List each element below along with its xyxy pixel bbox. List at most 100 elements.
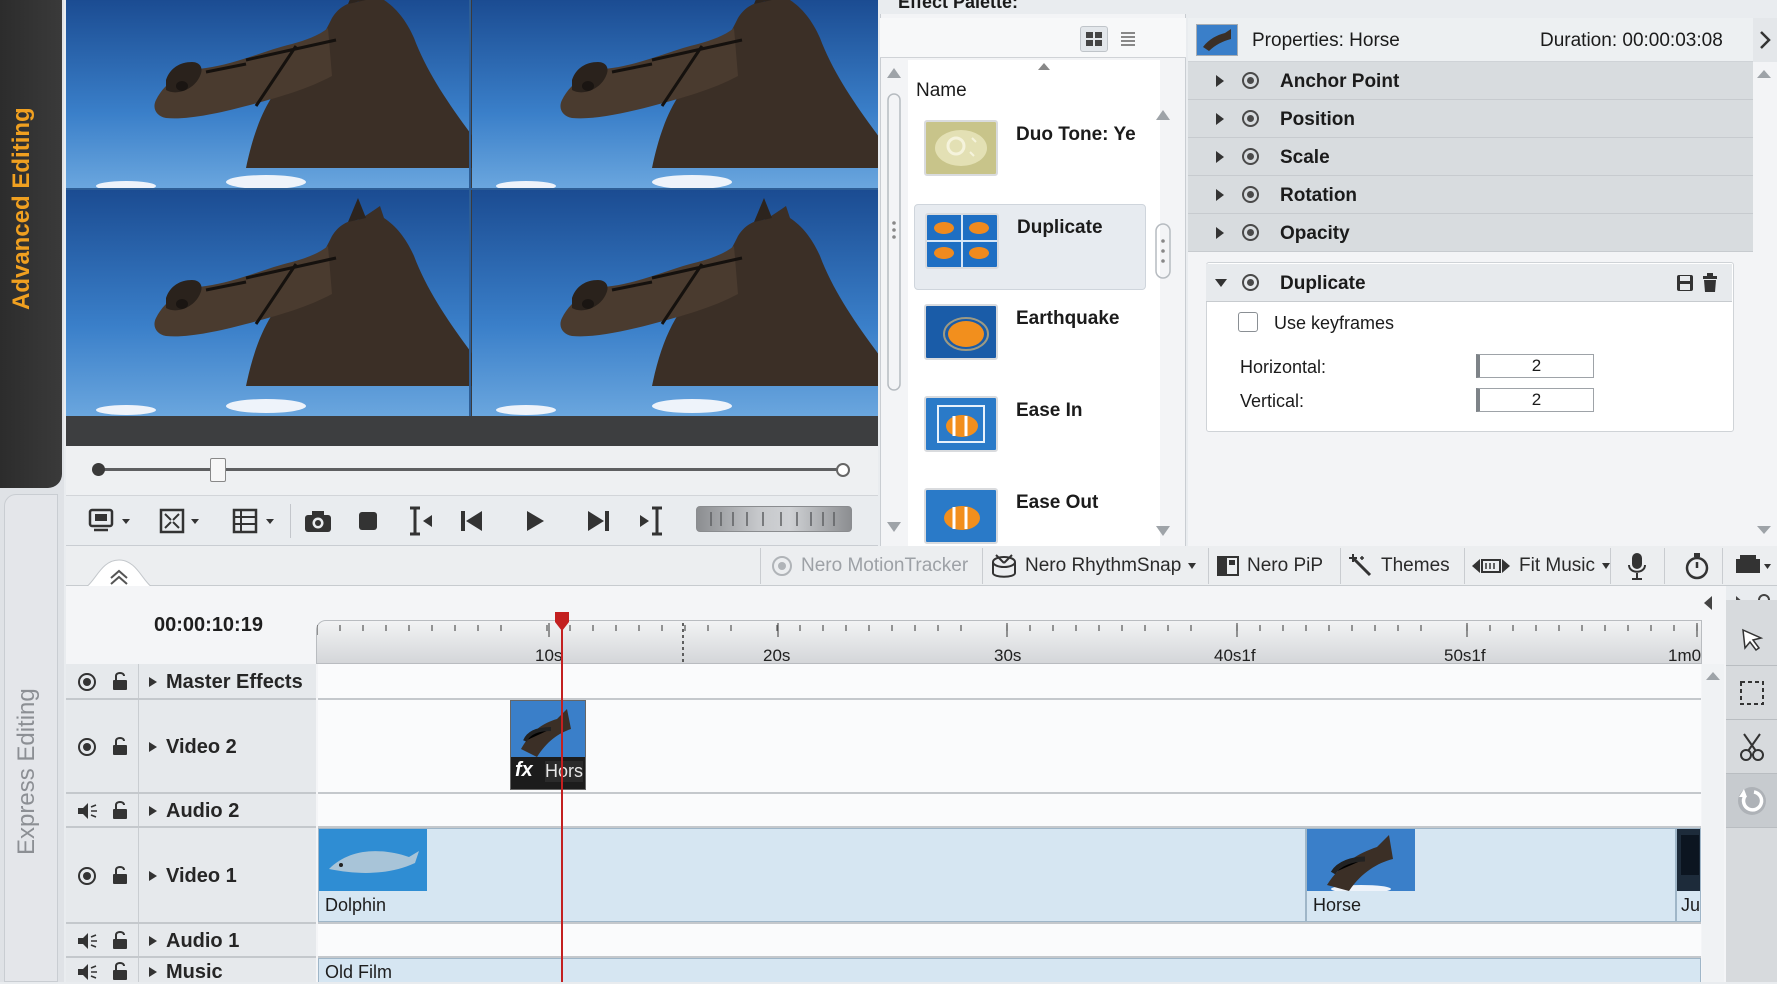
ripple-tool-button[interactable] (1726, 774, 1777, 828)
video1-horse-clip[interactable]: Horse (1306, 828, 1676, 922)
list-view-button[interactable] (1114, 26, 1142, 52)
property-rotation[interactable]: Rotation (1188, 176, 1753, 214)
grid-view-button[interactable] (1080, 26, 1108, 52)
video1-next-clip[interactable]: Ju (1676, 828, 1701, 922)
properties-collapse-button[interactable] (1753, 18, 1777, 62)
track-header-master-effects[interactable]: Master Effects (66, 664, 316, 700)
lock-icon[interactable] (110, 671, 130, 691)
tab-express-editing[interactable]: Express Editing (4, 494, 58, 982)
playhead-handle[interactable] (553, 610, 571, 632)
eye-icon[interactable] (76, 672, 98, 692)
display-mode-button[interactable] (84, 502, 138, 540)
save-icon[interactable] (1676, 274, 1694, 292)
timecode-display[interactable]: 00:00:10:19 (154, 614, 263, 637)
effect-item-ease-out[interactable]: Ease Out (914, 480, 1146, 546)
expand-arrow-icon[interactable] (148, 676, 158, 688)
properties-scrollbar[interactable] (1752, 64, 1776, 544)
speaker-icon[interactable] (76, 962, 100, 982)
keyframe-toggle-icon[interactable] (1242, 186, 1259, 203)
fit-music-button[interactable]: Fit Music (1470, 546, 1610, 586)
nero-motiontracker-button[interactable]: Nero MotionTracker (770, 546, 968, 586)
clip-thumbnail-image (511, 701, 585, 757)
scrubber-end-marker[interactable] (836, 463, 850, 477)
speaker-icon[interactable] (76, 931, 100, 951)
lock-icon[interactable] (110, 800, 130, 820)
layout-button[interactable] (228, 502, 282, 540)
duplicate-effect-header[interactable]: Duplicate (1206, 264, 1732, 302)
video1-dolphin-clip[interactable]: Dolphin (318, 828, 1306, 922)
lock-icon[interactable] (110, 736, 130, 756)
split-tool-button[interactable] (1726, 720, 1777, 774)
themes-button[interactable]: Themes (1348, 546, 1450, 586)
toolbar-separator (1340, 548, 1341, 584)
keyframe-toggle-icon[interactable] (1242, 72, 1259, 89)
marquee-tool-button[interactable] (1726, 666, 1777, 720)
record-voice-button[interactable] (1626, 546, 1648, 586)
scrubber-start-marker[interactable] (92, 463, 105, 476)
keyframe-toggle-icon[interactable] (1242, 110, 1259, 127)
expand-arrow-icon[interactable] (148, 935, 158, 947)
expand-arrow-icon[interactable] (148, 805, 158, 817)
play-button[interactable] (514, 502, 554, 540)
speaker-icon[interactable] (76, 801, 100, 821)
keyframe-toggle-icon[interactable] (1242, 148, 1259, 165)
music-old-film-clip[interactable]: Old Film (318, 958, 1701, 982)
previous-frame-button[interactable] (452, 502, 492, 540)
video2-horse-clip[interactable]: fx Hors (510, 700, 586, 790)
effect-item-ease-in[interactable]: Ease In (914, 388, 1146, 474)
more-tools-button[interactable] (1734, 546, 1772, 586)
name-column-header[interactable]: Name (916, 80, 967, 102)
use-keyframes-checkbox[interactable] (1238, 312, 1258, 332)
jog-shuttle[interactable] (696, 506, 852, 532)
scrubber-thumb[interactable] (210, 458, 226, 482)
horizontal-field[interactable]: 2 (1476, 354, 1594, 378)
vertical-field[interactable]: 2 (1476, 388, 1594, 412)
effect-item-duplicate[interactable]: Duplicate (914, 204, 1146, 290)
scroll-left-button[interactable] (1700, 590, 1724, 618)
track-header-audio-2[interactable]: Audio 2 (66, 794, 316, 828)
property-opacity[interactable]: Opacity (1188, 214, 1753, 252)
expand-arrow-icon[interactable] (148, 966, 158, 978)
lock-icon[interactable] (110, 865, 130, 885)
track-audio-1[interactable] (318, 924, 1701, 958)
expand-arrow-icon[interactable] (148, 870, 158, 882)
trash-icon[interactable] (1702, 273, 1718, 293)
track-header-video-2[interactable]: Video 2 (66, 700, 316, 794)
timeline-collapse-button[interactable] (74, 556, 164, 590)
eye-icon[interactable] (76, 737, 98, 757)
track-header-music[interactable]: Music (66, 958, 316, 983)
stop-button[interactable] (348, 502, 388, 540)
keyframe-toggle-icon[interactable] (1242, 224, 1259, 241)
track-header-audio-1[interactable]: Audio 1 (66, 924, 316, 958)
eye-icon[interactable] (76, 866, 98, 886)
nero-rhythmsnap-button[interactable]: Nero RhythmSnap (990, 546, 1197, 586)
duo-tone-thumbnail (924, 120, 998, 176)
property-anchor-point[interactable]: Anchor Point (1188, 62, 1753, 100)
snapshot-button[interactable] (298, 502, 338, 540)
go-to-end-button[interactable] (632, 502, 672, 540)
tab-advanced-editing[interactable]: Advanced Editing (0, 0, 62, 488)
track-master-effects[interactable] (318, 664, 1701, 700)
next-frame-button[interactable] (578, 502, 618, 540)
track-audio-2[interactable] (318, 794, 1701, 828)
expand-arrow-icon[interactable] (148, 741, 158, 753)
property-scale[interactable]: Scale (1188, 138, 1753, 176)
fullscreen-button[interactable] (156, 502, 208, 540)
property-position[interactable]: Position (1188, 100, 1753, 138)
go-to-start-button[interactable] (400, 502, 440, 540)
nero-pip-button[interactable]: Nero PiP (1216, 546, 1323, 586)
earthquake-thumbnail (924, 304, 998, 360)
palette-outer-scrollbar[interactable] (884, 64, 904, 542)
timer-button[interactable] (1684, 546, 1710, 586)
timeline-scrollbar[interactable] (1702, 664, 1724, 982)
lock-icon[interactable] (110, 930, 130, 950)
effect-item-duo-tone[interactable]: Duo Tone: Ye (914, 112, 1146, 198)
lock-icon[interactable] (110, 961, 130, 981)
playhead-line[interactable] (561, 612, 563, 982)
properties-title: Properties: Horse (1252, 30, 1400, 52)
track-header-video-1[interactable]: Video 1 (66, 828, 316, 924)
effect-item-earthquake[interactable]: Earthquake (914, 296, 1146, 382)
keyframe-toggle-icon[interactable] (1242, 274, 1259, 291)
palette-inner-scrollbar[interactable] (1152, 106, 1174, 542)
select-tool-button[interactable] (1726, 612, 1777, 666)
